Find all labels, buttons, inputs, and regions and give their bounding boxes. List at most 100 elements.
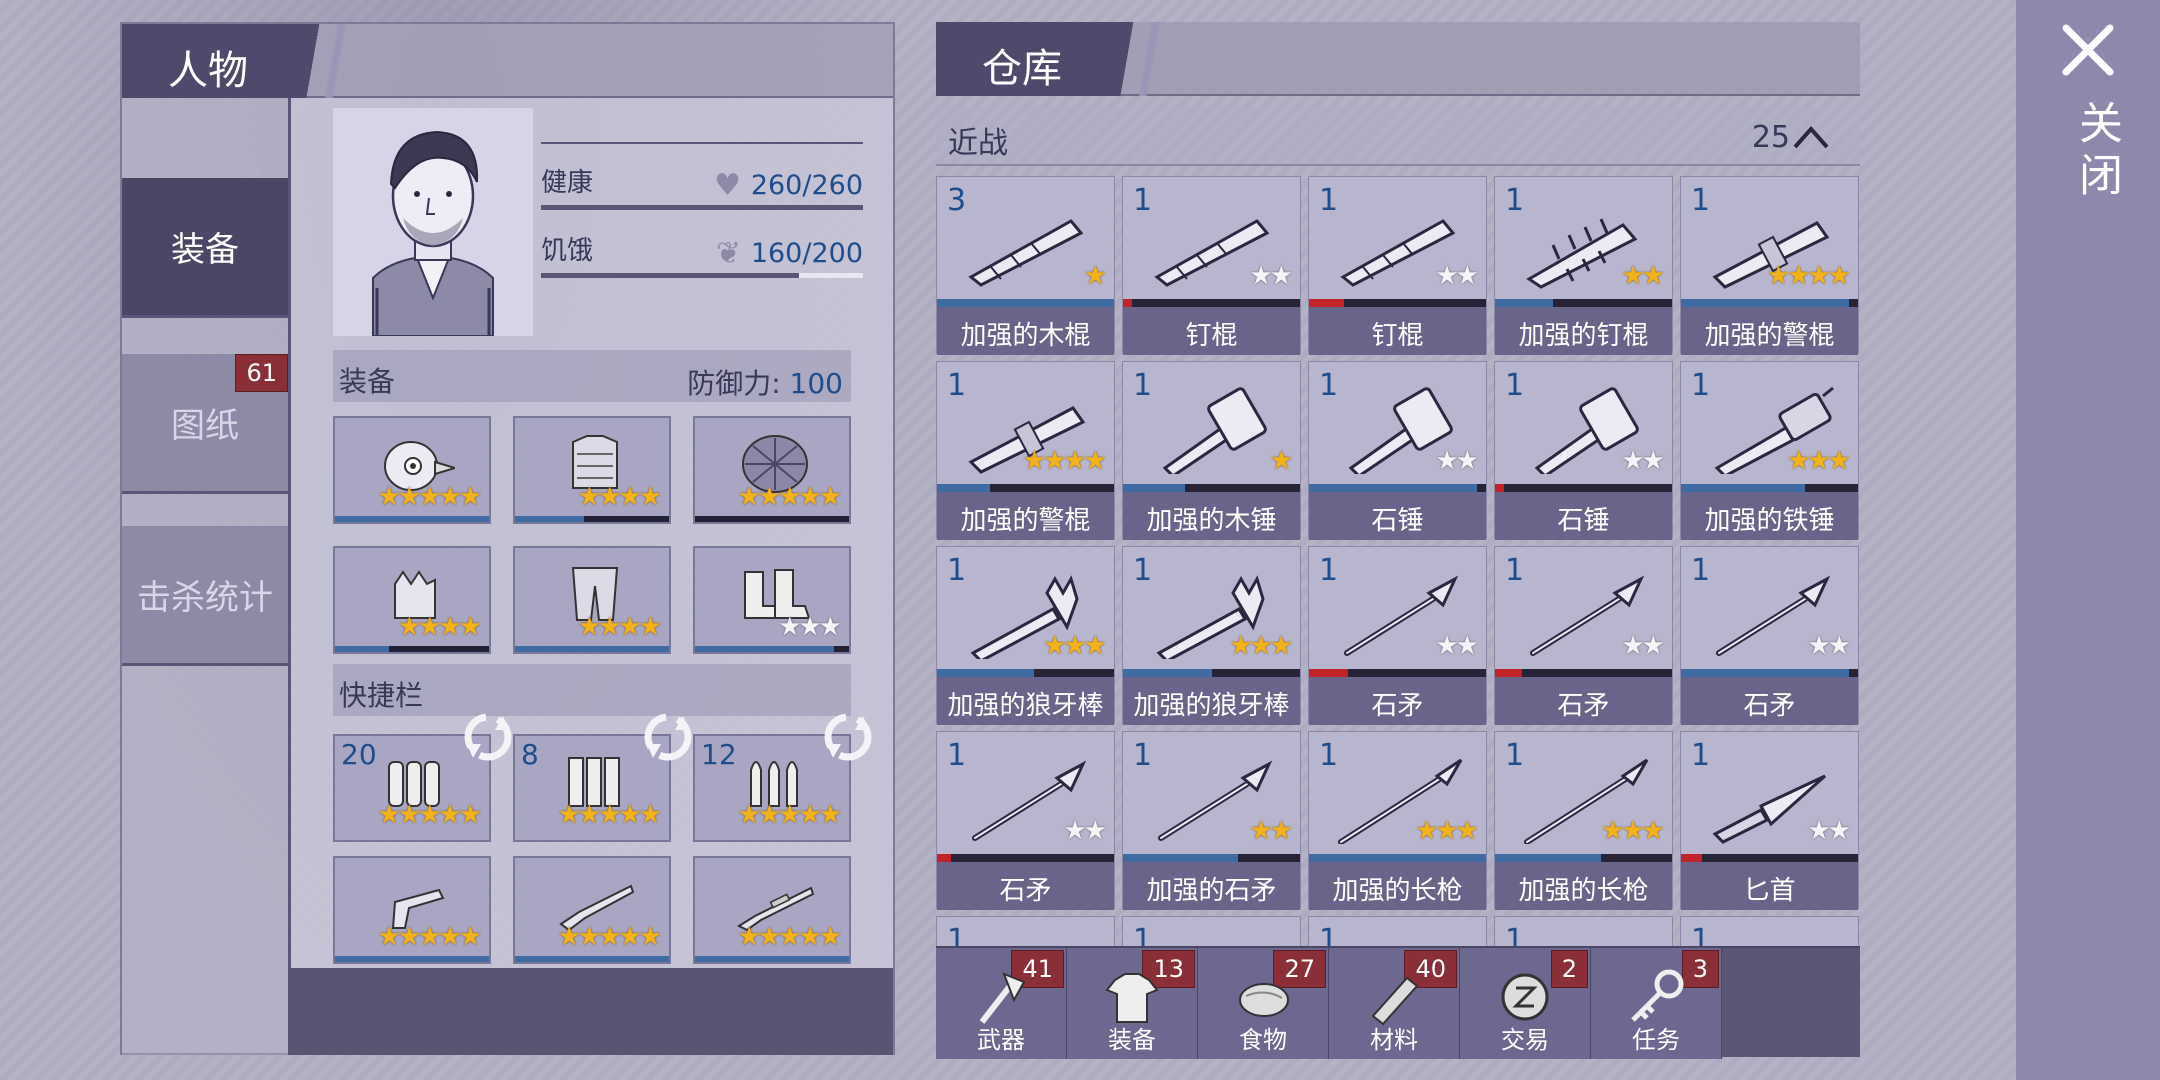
star-rating: ★★★★ — [577, 482, 662, 512]
warehouse-panel: 仓库 近战 25 3 ★ 加强的木棍 1 ★★ 钉棍 1 ★★ 钉棍 1 ★★ 加强的钉棍 1 ★★★★ 加… — [936, 22, 1860, 1059]
durability-bar — [1309, 299, 1486, 307]
chevron-up-icon[interactable] — [1792, 124, 1830, 150]
warehouse-item[interactable]: 3 ★ 加强的木棍 — [936, 176, 1115, 355]
ammo-count: 12 — [701, 738, 737, 771]
equipment-slot[interactable]: ★★★★★ — [693, 416, 851, 524]
durability-bar — [695, 646, 849, 652]
tab-kill-stats[interactable]: 击杀统计 — [122, 526, 288, 666]
category-tab[interactable]: 13 装备 — [1067, 948, 1198, 1059]
durability-fill — [695, 956, 849, 962]
hammer-weapon-icon — [1162, 387, 1267, 474]
warehouse-item[interactable]: 1 ★★ 加强的钉棍 — [1494, 176, 1673, 355]
warehouse-item[interactable]: 1 ★★ 石矛 — [1308, 546, 1487, 725]
shirt-icon — [1105, 973, 1159, 1023]
close-button[interactable]: 关闭 — [2016, 0, 2160, 1080]
durability-fill — [1309, 854, 1486, 862]
category-tab-label: 装备 — [1108, 1026, 1156, 1054]
durability-bar — [515, 956, 669, 962]
character-title: 人物 — [122, 24, 380, 98]
quickbar-ammo-slot[interactable]: 12 ★★★★★ — [693, 713, 872, 842]
item-name: 石锤 — [1309, 492, 1486, 540]
durability-fill — [1309, 669, 1348, 677]
durability-fill — [515, 646, 669, 652]
warehouse-item[interactable]: 1 ★★ 石矛 — [936, 731, 1115, 910]
tab-equipment[interactable]: 装备 — [122, 178, 288, 318]
warehouse-item[interactable]: 1 ★★★ 加强的狼牙棒 — [1122, 546, 1301, 725]
warehouse-item[interactable]: 1 ★★ 石锤 — [1308, 361, 1487, 540]
item-name: 钉棍 — [1309, 307, 1486, 355]
tab-blueprints[interactable]: 图纸 61 — [122, 354, 288, 494]
swap-icon[interactable] — [639, 708, 697, 766]
key-icon — [1631, 969, 1684, 1022]
quickbar-weapon-slot[interactable]: ★★★★★ — [693, 856, 851, 964]
star-rating: ★★★ — [1229, 631, 1293, 661]
warehouse-item[interactable]: 1 ★★★ 加强的长枪 — [1494, 731, 1673, 910]
character-panel-header: 人物 — [122, 24, 893, 98]
durability-bar — [335, 516, 489, 522]
star-rating: ★★ — [1435, 631, 1479, 661]
bat-weapon-icon — [968, 219, 1084, 287]
warehouse-item[interactable]: 1 ★ 加强的木锤 — [1122, 361, 1301, 540]
item-name: 加强的钉棍 — [1495, 307, 1672, 355]
star-rating: ★★★★ — [1022, 446, 1107, 476]
warehouse-item[interactable]: 1 ★★★ 加强的长枪 — [1308, 731, 1487, 910]
equipment-slot[interactable]: ★★★★ — [333, 546, 491, 654]
hunger-value: 160/200 — [750, 238, 863, 269]
star-rating: ★★★★ — [1766, 261, 1851, 291]
character-stats: 健康 ♥ 260/260 饥饿 ❦ 160/200 — [541, 138, 863, 286]
star-rating: ★★★★★ — [557, 922, 662, 952]
star-rating: ★★★★★ — [557, 800, 662, 830]
close-icon[interactable] — [2060, 22, 2116, 78]
swap-icon[interactable] — [459, 708, 517, 766]
category-bar[interactable]: 近战 25 — [936, 106, 1860, 166]
quickbar-ammo-slot[interactable]: 8 ★★★★★ — [513, 713, 692, 842]
warehouse-item[interactable]: 1 ★★ 加强的石矛 — [1122, 731, 1301, 910]
star-rating: ★★★ — [1415, 816, 1479, 846]
equipment-slot[interactable]: ★★★★ — [513, 546, 671, 654]
item-name: 石矛 — [1495, 677, 1672, 725]
category-tab[interactable]: 27 食物 — [1198, 948, 1329, 1059]
coin-icon — [1501, 973, 1549, 1021]
swap-icon[interactable] — [819, 708, 877, 766]
equipment-slot[interactable]: ★★★★ — [513, 416, 671, 524]
star-rating: ★★ — [1807, 816, 1851, 846]
equipment-slot[interactable]: ★★★★★ — [333, 416, 491, 524]
character-portrait — [333, 108, 533, 336]
warehouse-item[interactable]: 1 ★★ 钉棍 — [1308, 176, 1487, 355]
item-name: 石矛 — [1309, 677, 1486, 725]
star-rating: ★★★★★ — [737, 922, 842, 952]
hunger-label: 饥饿 — [541, 236, 594, 266]
quickbar-weapon-slot[interactable]: ★★★★★ — [333, 856, 491, 964]
item-name: 匕首 — [1681, 862, 1858, 910]
category-tab[interactable]: 2 交易 — [1460, 948, 1591, 1059]
durability-fill — [515, 516, 585, 522]
warehouse-item[interactable]: 1 ★★ 钉棍 — [1122, 176, 1301, 355]
durability-fill — [1681, 299, 1850, 307]
category-tab[interactable]: 40 材料 — [1329, 948, 1460, 1059]
warehouse-item[interactable]: 1 ★★ 石矛 — [1494, 546, 1673, 725]
warehouse-item[interactable]: 1 ★★ 匕首 — [1680, 731, 1859, 910]
equipment-slot[interactable]: ★★★ — [693, 546, 851, 654]
warehouse-item[interactable]: 1 ★★ 石矛 — [1680, 546, 1859, 725]
durability-fill — [1495, 484, 1504, 492]
durability-fill — [335, 516, 489, 522]
category-tab[interactable]: 41 武器 — [936, 948, 1067, 1059]
quickbar-weapon-slot[interactable]: ★★★★★ — [513, 856, 671, 964]
star-rating: ★★ — [1621, 261, 1665, 291]
warehouse-item[interactable]: 1 ★★★ 加强的铁锤 — [1680, 361, 1859, 540]
warehouse-item[interactable]: 1 ★★ 石锤 — [1494, 361, 1673, 540]
quickbar-ammo-slot[interactable]: 20 ★★★★★ — [333, 713, 512, 842]
category-tab-label: 食物 — [1239, 1026, 1287, 1054]
durability-bar — [1495, 484, 1672, 492]
star-rating: ★★ — [1249, 816, 1293, 846]
health-bar-fill — [541, 205, 863, 210]
durability-bar — [1309, 669, 1486, 677]
warehouse-item[interactable]: 1 ★★★★ 加强的警棍 — [1680, 176, 1859, 355]
warehouse-item[interactable]: 1 ★★★ 加强的狼牙棒 — [936, 546, 1115, 725]
star-rating: ★★ — [1807, 631, 1851, 661]
star-rating: ★★ — [1621, 446, 1665, 476]
warehouse-item[interactable]: 1 ★★★★ 加强的警棍 — [936, 361, 1115, 540]
hunger-bar-fill — [541, 273, 799, 278]
durability-fill — [1495, 669, 1522, 677]
category-tab[interactable]: 3 任务 — [1591, 948, 1722, 1059]
